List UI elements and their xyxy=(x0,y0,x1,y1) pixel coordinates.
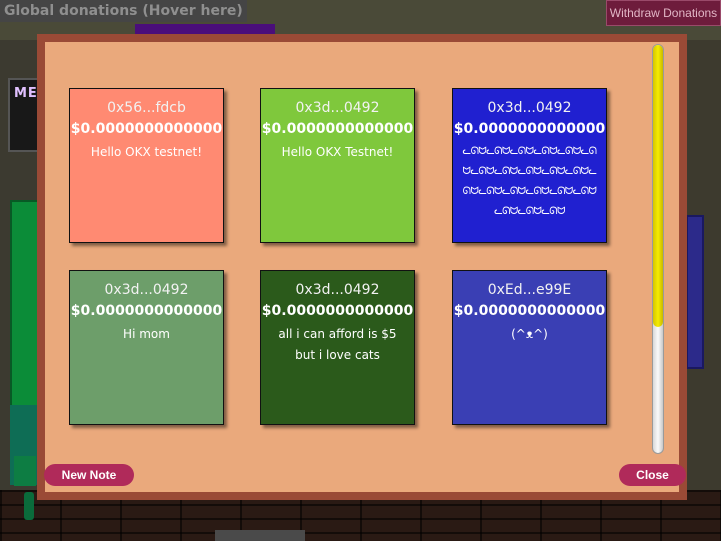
note-amount: $0.0000000000000 xyxy=(70,303,223,319)
note-address: 0x56...fdcb xyxy=(107,100,186,116)
scene-grass xyxy=(14,456,36,486)
donation-note[interactable]: 0x56...fdcb $0.0000000000000 Hello OKX t… xyxy=(69,88,224,243)
note-address: 0x3d...0492 xyxy=(295,100,380,116)
scene-blue-pillar xyxy=(686,215,704,369)
note-address: 0xEd...e99E xyxy=(487,282,572,298)
notes-scrollbar[interactable] xyxy=(652,44,664,454)
note-message: ᓚᘏᗢᓚᘏᗢᓚᘏᗢᓚᘏᗢᓚᘏᗢᓚᘏᗢᓚᘏᗢᓚᘏᗢᓚᘏᗢᓚᘏᗢᓚᘏᗢᓚᘏᗢᓚᘏᗢᓚ… xyxy=(462,146,597,217)
close-button[interactable]: Close xyxy=(619,464,686,486)
note-amount: $0.0000000000000 xyxy=(261,303,414,319)
new-note-button[interactable]: New Note xyxy=(44,464,134,486)
donation-note[interactable]: 0x3d...0492 $0.0000000000000 Hello OKX T… xyxy=(260,88,415,243)
donation-note[interactable]: 0xEd...e99E $0.0000000000000 (^ᴥ^) xyxy=(452,270,607,425)
scene-bottom-bar xyxy=(215,530,305,541)
scene-green-gem xyxy=(24,492,34,520)
note-address: 0x3d...0492 xyxy=(104,282,189,298)
donation-note[interactable]: 0x3d...0492 $0.0000000000000 all i can a… xyxy=(260,270,415,425)
note-address: 0x3d...0492 xyxy=(295,282,380,298)
scrollbar-thumb[interactable] xyxy=(653,45,663,327)
donation-notes-modal: 0x56...fdcb $0.0000000000000 Hello OKX t… xyxy=(37,34,687,500)
note-message: Hi mom xyxy=(123,327,170,341)
note-amount: $0.0000000000000 xyxy=(261,121,414,137)
note-message: all i can afford is $5 but i love cats xyxy=(278,327,397,362)
withdraw-donations-button[interactable]: Withdraw Donations xyxy=(606,0,721,26)
note-amount: $0.0000000000000 xyxy=(453,303,606,319)
notes-board: 0x56...fdcb $0.0000000000000 Hello OKX t… xyxy=(45,42,679,492)
note-message: Hello OKX Testnet! xyxy=(281,145,394,159)
donation-note[interactable]: 0x3d...0492 $0.0000000000000 Hi mom xyxy=(69,270,224,425)
donation-note[interactable]: 0x3d...0492 $0.0000000000000 ᓚᘏᗢᓚᘏᗢᓚᘏᗢᓚᘏ… xyxy=(452,88,607,243)
note-amount: $0.0000000000000 xyxy=(453,121,606,137)
note-message: Hello OKX testnet! xyxy=(90,145,203,159)
note-address: 0x3d...0492 xyxy=(487,100,572,116)
global-donations-label[interactable]: Global donations (Hover here) xyxy=(0,0,247,22)
note-message: (^ᴥ^) xyxy=(511,327,548,341)
note-amount: $0.0000000000000 xyxy=(70,121,223,137)
